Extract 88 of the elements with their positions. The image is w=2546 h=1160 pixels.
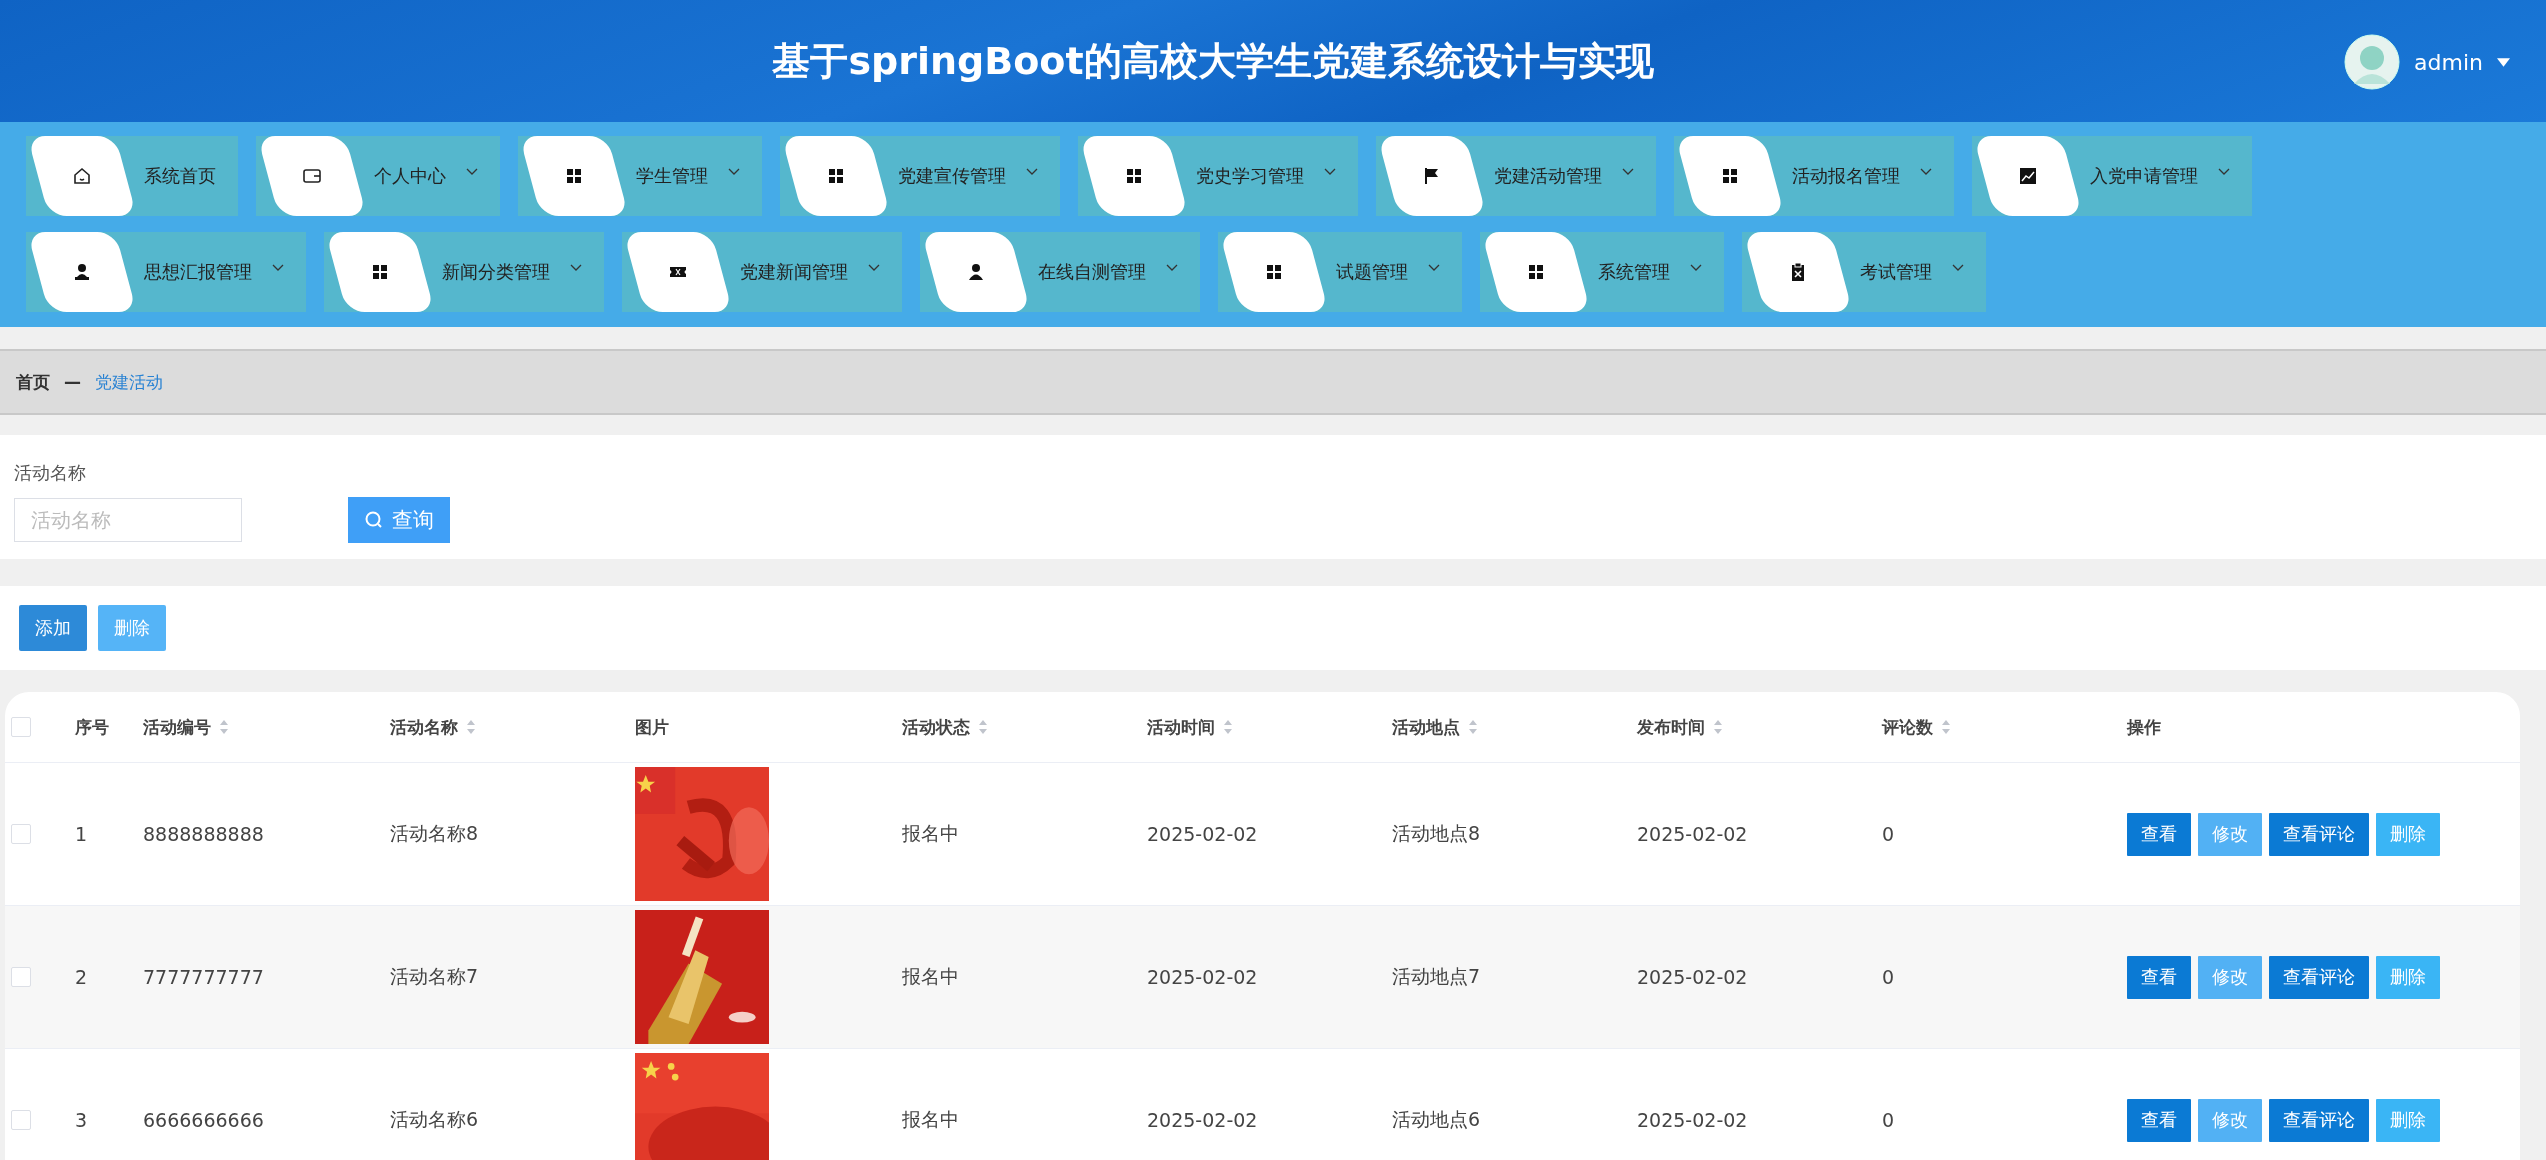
grid-icon [826,166,846,186]
view-button[interactable]: 查看 [2127,812,2191,856]
column-header[interactable]: 活动时间 [1147,715,1215,739]
table-cell-text: 活动名称6 [390,1107,479,1132]
field-label: 活动名称 [14,461,87,485]
user-name[interactable]: admin [2414,49,2483,75]
grid-icon [1124,166,1144,186]
app-title: 基于springBoot的高校大学生党建系统设计与实现 [772,37,1654,85]
grid-icon [1526,262,1546,282]
table-cell-text: 报名中 [902,1107,959,1132]
caret-icon[interactable] [2497,57,2510,67]
table-cell: 3 [75,1109,88,1131]
view-button[interactable]: 查看 [2127,1098,2191,1142]
sort-icon[interactable] [1223,719,1233,735]
nav-menu-item[interactable]: 新闻分类管理 [324,232,604,312]
breadcrumb-separator: — [64,372,81,392]
nav-menu-item[interactable]: 党建新闻管理 [622,232,902,312]
table-cell: 6666666666 [143,1109,264,1131]
table-cell: 1 [75,823,88,845]
checkbox[interactable] [11,717,31,737]
table-cell-text: 报名中 [902,964,959,989]
table-cell-text: 活动地点7 [1392,964,1481,989]
grid-icon [1264,262,1284,282]
table-cell-text: 活动名称8 [390,821,479,846]
table-cell: 0 [1882,1109,1895,1131]
sort-icon[interactable] [1713,719,1723,735]
table-cell: 2025-02-02 [1637,966,1748,988]
comments-button[interactable]: 查看评论 [2269,955,2369,999]
nav-menu-item[interactable]: 系统管理 [1480,232,1724,312]
table-cell: 7777777777 [143,966,264,988]
nav-menu-item[interactable]: 党建活动管理 [1376,136,1656,216]
table-cell-text: 活动地点8 [1392,821,1481,846]
comments-button[interactable]: 查看评论 [2269,812,2369,856]
nav-menu-item[interactable]: 学生管理 [518,136,762,216]
table-cell: 2025-02-02 [1147,966,1258,988]
breadcrumb-home[interactable]: 首页 [16,370,50,394]
column-header: 图片 [635,715,669,739]
sort-icon[interactable] [978,719,988,735]
column-header: 序号 [75,715,109,739]
nav-menu-item[interactable]: 试题管理 [1218,232,1462,312]
sort-icon[interactable] [466,719,476,735]
grid-icon [1720,166,1740,186]
home-icon [72,166,92,186]
avatar-icon[interactable] [2344,34,2401,90]
comments-button[interactable]: 查看评论 [2269,1098,2369,1142]
table-cell: 0 [1882,966,1895,988]
table-cell: 2025-02-02 [1637,823,1748,845]
column-header[interactable]: 发布时间 [1637,715,1705,739]
user-icon [966,262,986,282]
table-cell: 2025-02-02 [1637,1109,1748,1131]
checkbox[interactable] [11,967,31,987]
table-cell: 8888888888 [143,823,264,845]
nav-menu-item[interactable]: 个人中心 [256,136,500,216]
nav-menu-item[interactable]: 党史学习管理 [1078,136,1358,216]
column-header[interactable]: 活动编号 [143,715,211,739]
sort-icon[interactable] [1941,719,1951,735]
column-header[interactable]: 活动名称 [390,715,458,739]
table-cell: 2 [75,966,88,988]
table-cell: 2025-02-02 [1147,823,1258,845]
nav-menu-item[interactable]: 考试管理 [1742,232,1986,312]
checkbox[interactable] [11,824,31,844]
column-header[interactable]: 活动地点 [1392,715,1460,739]
nav-menu-item[interactable]: 党建宣传管理 [780,136,1060,216]
table-cell-text: 活动地点6 [1392,1107,1481,1132]
sort-icon[interactable] [1468,719,1478,735]
checkbox[interactable] [11,1110,31,1130]
table-cell-text: 活动名称7 [390,964,479,989]
chart-icon [2018,166,2038,186]
stamp-icon [72,262,92,282]
table-cell: 2025-02-02 [1147,1109,1258,1131]
view-button[interactable]: 查看 [2127,955,2191,999]
column-header: 操作 [2127,715,2161,739]
column-header[interactable]: 评论数 [1882,715,1933,739]
grid-icon [564,166,584,186]
wallet-icon [302,166,322,186]
nav-menu-item[interactable]: 活动报名管理 [1674,136,1954,216]
table-cell-text: 报名中 [902,821,959,846]
grid-icon [370,262,390,282]
column-header[interactable]: 活动状态 [902,715,970,739]
nav-menu-item[interactable]: 系统首页 [26,136,238,216]
search-icon [364,510,384,530]
nav-menu-item[interactable]: 思想汇报管理 [26,232,306,312]
add-button[interactable]: 添加 [19,605,87,651]
nav-menu-item[interactable]: 在线自测管理 [920,232,1200,312]
sort-icon[interactable] [219,719,229,735]
table-cell: 0 [1882,823,1895,845]
search-field[interactable]: 活动名称 [14,498,242,542]
nav-menu-item[interactable]: 入党申请管理 [1972,136,2252,216]
